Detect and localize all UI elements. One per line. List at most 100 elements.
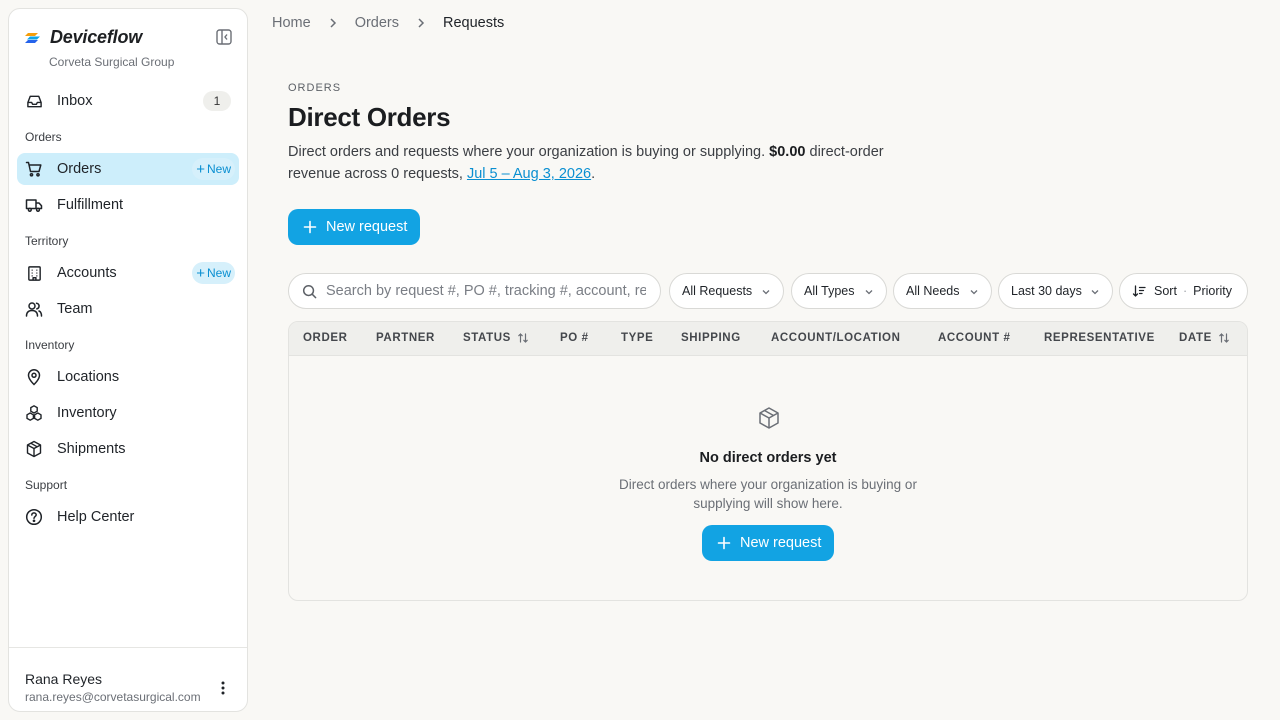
user-email: rana.reyes@corvetasurgical.com xyxy=(25,690,201,704)
sort-arrows-icon xyxy=(518,333,528,343)
deviceflow-logo-icon xyxy=(25,32,40,43)
description-text: Direct orders and requests where your or… xyxy=(288,144,766,160)
date-range-link[interactable]: Jul 5 – Aug 3, 2026 xyxy=(467,166,591,182)
column-header-account-number[interactable]: ACCOUNT # xyxy=(938,332,1011,344)
chevron-right-icon xyxy=(330,18,336,28)
users-icon xyxy=(25,300,43,318)
filter-label: Last 30 days xyxy=(1011,284,1082,298)
column-header-date[interactable]: DATE xyxy=(1179,332,1230,344)
more-vertical-icon[interactable] xyxy=(215,680,231,696)
sort-dropdown[interactable]: Sort · Priority xyxy=(1119,273,1248,309)
column-label: DATE xyxy=(1179,332,1212,344)
needs-filter-dropdown[interactable]: All Needs xyxy=(893,273,992,309)
sidebar-item-label: Help Center xyxy=(57,509,135,525)
column-header-po-number[interactable]: PO # xyxy=(560,332,589,344)
building-icon xyxy=(25,264,43,282)
sidebar-section-territory: Territory xyxy=(25,234,69,248)
sidebar-item-label: Team xyxy=(57,301,93,317)
page-description: Direct orders and requests where your or… xyxy=(288,141,888,185)
page-title: Direct Orders xyxy=(288,102,451,132)
sidebar-item-accounts[interactable]: Accounts + New xyxy=(17,257,239,289)
sidebar-item-label: Locations xyxy=(57,369,120,385)
sidebar-item-label: Fulfillment xyxy=(57,197,124,213)
plus-icon: + xyxy=(196,160,205,178)
filter-label: All Requests xyxy=(682,284,753,298)
requests-filter-dropdown[interactable]: All Requests xyxy=(669,273,784,309)
sidebar-item-label: Inventory xyxy=(57,405,117,421)
column-header-account-location[interactable]: ACCOUNT/LOCATION xyxy=(771,332,901,344)
sidebar: Deviceflow Corveta Surgical Group Inbox … xyxy=(8,8,248,712)
breadcrumb-home[interactable]: Home xyxy=(272,15,311,31)
table-header: ORDER PARTNER STATUS PO # TYPE SHIPPING … xyxy=(289,322,1247,356)
sidebar-item-inventory[interactable]: Inventory xyxy=(17,397,239,429)
column-header-type[interactable]: TYPE xyxy=(621,332,653,344)
column-label: STATUS xyxy=(463,332,511,344)
package-icon xyxy=(25,440,43,458)
revenue-value: $0.00 xyxy=(769,144,806,160)
sidebar-item-label: Shipments xyxy=(57,441,126,457)
sort-label: Sort xyxy=(1154,284,1177,298)
brand[interactable]: Deviceflow xyxy=(25,27,142,48)
sort-separator: · xyxy=(1182,284,1188,298)
brand-name: Deviceflow xyxy=(50,27,143,47)
chevron-right-icon xyxy=(418,18,425,28)
chevron-down-icon xyxy=(865,290,873,295)
map-pin-icon xyxy=(25,368,43,386)
sidebar-section-support: Support xyxy=(25,478,68,492)
period-filter-dropdown[interactable]: Last 30 days xyxy=(998,273,1113,309)
filter-label: All Needs xyxy=(906,284,960,298)
empty-state-title: No direct orders yet xyxy=(699,450,837,466)
sidebar-item-team[interactable]: Team xyxy=(17,293,239,325)
organization-name: Corveta Surgical Group xyxy=(49,55,175,69)
new-label: New xyxy=(206,266,231,280)
page-eyebrow: ORDERS xyxy=(288,82,342,94)
column-header-partner[interactable]: PARTNER xyxy=(376,332,435,344)
help-circle-icon xyxy=(25,508,43,526)
chevron-down-icon xyxy=(1091,290,1099,295)
sidebar-section-orders: Orders xyxy=(25,130,62,144)
sidebar-item-label: Orders xyxy=(57,161,102,177)
sidebar-item-shipments[interactable]: Shipments xyxy=(17,433,239,465)
sidebar-item-locations[interactable]: Locations xyxy=(17,361,239,393)
column-header-order[interactable]: ORDER xyxy=(303,332,348,344)
breadcrumb-orders[interactable]: Orders xyxy=(355,15,399,31)
filter-label: All Types xyxy=(804,284,855,298)
empty-state-text: Direct orders where your organization is… xyxy=(619,477,917,511)
column-header-shipping[interactable]: SHIPPING xyxy=(681,332,741,344)
user-profile: Rana Reyes rana.reyes@corvetasurgical.co… xyxy=(9,647,247,713)
search-input[interactable] xyxy=(326,283,646,299)
sidebar-item-orders[interactable]: Orders + New xyxy=(17,153,239,185)
inbox-icon xyxy=(25,92,43,110)
user-name: Rana Reyes xyxy=(25,671,103,687)
truck-icon xyxy=(25,196,43,214)
new-label: New xyxy=(206,162,231,176)
sidebar-item-fulfillment[interactable]: Fulfillment xyxy=(17,189,239,221)
cart-icon xyxy=(25,160,43,178)
chevron-down-icon xyxy=(970,290,978,295)
breadcrumb-current: Requests xyxy=(443,15,505,31)
plus-icon: + xyxy=(196,264,205,282)
inbox-count-badge: 1 xyxy=(203,91,231,111)
sidebar-item-label: Accounts xyxy=(57,265,117,281)
column-header-representative[interactable]: REPRESENTATIVE xyxy=(1044,332,1155,344)
new-order-button[interactable]: + New xyxy=(192,158,235,180)
new-request-button[interactable]: New request xyxy=(288,209,420,245)
sidebar-item-help-center[interactable]: Help Center xyxy=(17,501,239,533)
sidebar-section-inventory: Inventory xyxy=(25,338,75,352)
search-icon xyxy=(302,284,317,298)
breadcrumb: Home Orders Requests xyxy=(272,15,504,31)
new-request-label: New request xyxy=(740,535,822,551)
new-account-button[interactable]: + New xyxy=(192,262,235,284)
search-field[interactable] xyxy=(288,273,661,309)
types-filter-dropdown[interactable]: All Types xyxy=(791,273,887,309)
sidebar-item-label: Inbox xyxy=(57,93,93,109)
column-header-status[interactable]: STATUS xyxy=(463,332,529,344)
sidebar-collapse-icon[interactable] xyxy=(215,28,233,46)
sidebar-item-inbox[interactable]: Inbox 1 xyxy=(17,85,239,117)
empty-state-new-request-button[interactable]: New request xyxy=(702,525,834,561)
description-text: . xyxy=(591,166,596,182)
plus-icon xyxy=(303,220,317,234)
boxes-icon xyxy=(25,404,43,422)
package-icon xyxy=(759,407,779,429)
chevron-down-icon xyxy=(762,290,770,295)
